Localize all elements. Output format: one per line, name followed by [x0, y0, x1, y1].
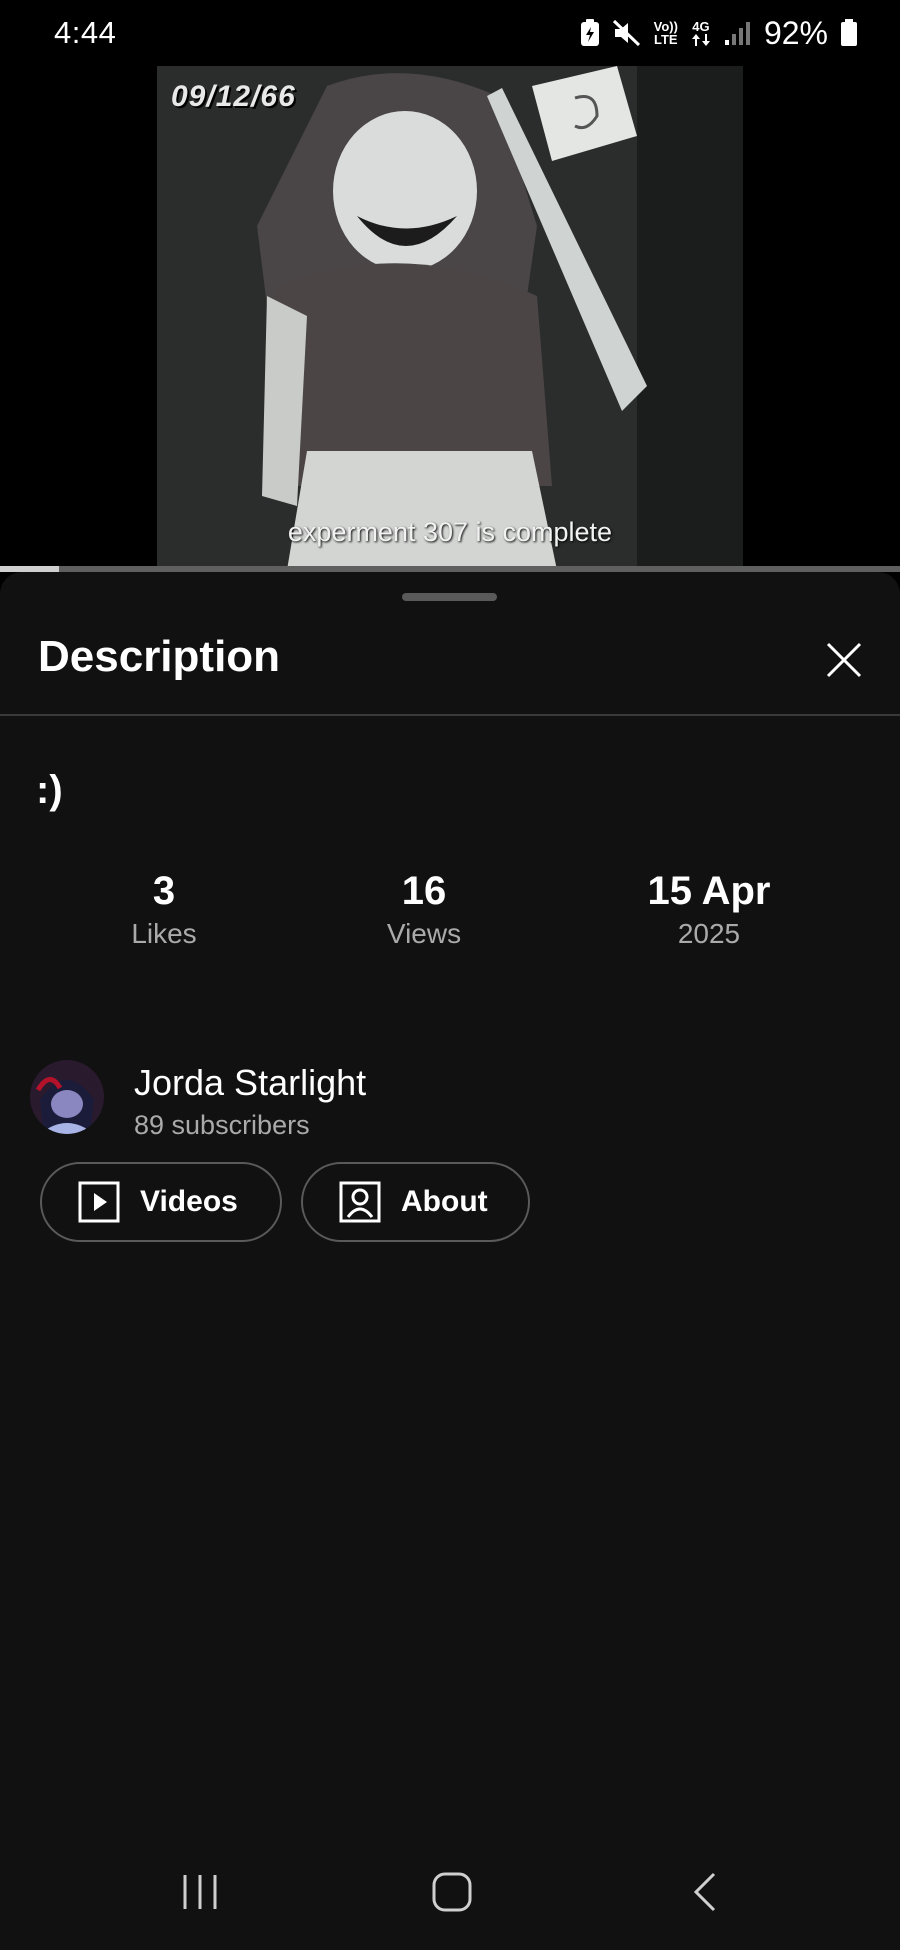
back-icon	[693, 1872, 716, 1912]
about-button[interactable]: About	[301, 1162, 530, 1242]
status-icons: Vo)) LTE 4G 92%	[580, 15, 858, 52]
signal-icon	[724, 20, 752, 46]
status-time: 4:44	[54, 15, 117, 50]
data-arrows-icon: 4G	[690, 20, 712, 47]
channel-name[interactable]: Jorda Starlight	[134, 1062, 366, 1104]
close-button[interactable]	[818, 634, 870, 686]
description-text: :)	[36, 768, 63, 812]
drag-handle[interactable]	[402, 593, 497, 601]
video-player[interactable]: 09/12/66 experment 307 is complete	[0, 66, 900, 570]
description-panel: Description :) 3 Likes 16 Views 15 Apr 2…	[0, 572, 900, 1950]
navigation-bar	[0, 1834, 900, 1950]
upload-date: 15 Apr	[647, 869, 771, 913]
back-button[interactable]	[644, 1834, 764, 1950]
videos-button-label: Videos	[140, 1185, 238, 1218]
video-overlay-date: 09/12/66	[171, 80, 296, 113]
close-icon	[826, 642, 862, 678]
avatar[interactable]	[30, 1060, 104, 1134]
battery-saver-icon	[580, 19, 600, 47]
likes-label: Likes	[131, 918, 197, 949]
views-count: 16	[401, 869, 447, 913]
screen: 4:44 Vo)) LTE 4G 92% 09/12/66 experment …	[0, 0, 900, 1950]
battery-percent: 92%	[763, 14, 828, 51]
upload-year: 2025	[677, 918, 741, 949]
likes-count: 3	[152, 869, 176, 913]
subscriber-count: 89 subscribers	[134, 1110, 310, 1140]
divider	[0, 714, 900, 716]
status-bar: 4:44 Vo)) LTE 4G 92%	[0, 0, 900, 66]
battery-icon	[840, 19, 858, 47]
panel-title: Description	[38, 632, 281, 681]
mute-icon	[612, 19, 642, 47]
person-square-icon	[339, 1181, 381, 1223]
stat-views: 16 Views	[324, 868, 524, 950]
stat-likes: 3 Likes	[64, 868, 264, 950]
videos-button[interactable]: Videos	[40, 1162, 282, 1242]
volte-icon: Vo)) LTE	[653, 19, 678, 47]
stat-date: 15 Apr 2025	[609, 868, 809, 950]
video-frame[interactable]: 09/12/66 experment 307 is complete	[157, 66, 743, 570]
video-stats: 3 Likes 16 Views 15 Apr 2025	[0, 868, 900, 968]
video-artwork	[157, 66, 743, 570]
channel-row[interactable]: Jorda Starlight 89 subscribers	[30, 1060, 870, 1150]
recent-apps-icon	[183, 1875, 217, 1909]
recent-apps-button[interactable]	[140, 1834, 260, 1950]
views-label: Views	[386, 918, 462, 949]
play-square-icon	[78, 1181, 120, 1223]
video-caption: experment 307 is complete	[287, 517, 613, 547]
home-icon	[432, 1872, 472, 1912]
home-button[interactable]	[392, 1834, 512, 1950]
about-button-label: About	[401, 1185, 488, 1218]
